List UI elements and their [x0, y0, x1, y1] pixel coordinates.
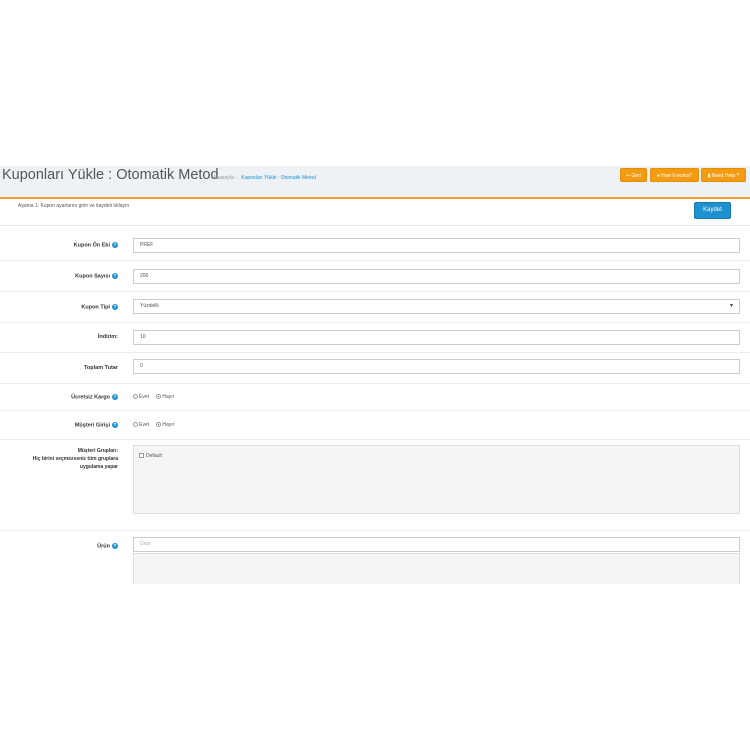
help-icon[interactable]: ? — [112, 273, 118, 279]
prefix-label-text: Kupon Ön Eki — [73, 242, 110, 249]
free-shipping-label-text: Ücretsiz Kargo — [71, 394, 110, 401]
back-button[interactable]: ↩Geri — [620, 168, 647, 182]
save-button[interactable]: Kaydet — [694, 202, 731, 219]
customer-login-label: Müşteri Girişi? — [75, 422, 118, 428]
breadcrumb-current[interactable]: Kuponları Yükle : Otomatik Metod — [241, 175, 316, 181]
type-label: Kupon Tipi? — [81, 304, 118, 310]
row-discount: İndirim: 10 — [0, 323, 750, 353]
total-input[interactable]: 0 — [133, 359, 740, 374]
count-label-text: Kupon Sayısı — [75, 273, 110, 280]
how-it-works-label: How it works? — [660, 173, 693, 179]
step-instruction: Aşama 1: Kupon ayarlarını girin ve kayde… — [18, 203, 130, 209]
radio-label: Hayır — [162, 394, 175, 400]
row-total: Toplam Tutar 0 — [0, 353, 750, 384]
radio-button[interactable] — [133, 422, 138, 428]
radio-button[interactable] — [156, 394, 162, 400]
help-icon[interactable]: ? — [112, 543, 118, 549]
question-circle-icon: ● — [656, 173, 660, 179]
count-input[interactable]: 200 — [133, 269, 740, 284]
customer-groups-label-line: uygulama yapar — [79, 464, 118, 470]
page-title: Kuponları Yükle : Otomatik Metod — [2, 167, 219, 183]
free-shipping-radios: Evet Hayır — [133, 394, 180, 400]
free-shipping-label: Ücretsiz Kargo? — [71, 394, 118, 400]
help-icon[interactable]: ? — [112, 304, 118, 310]
radio-label: Hayır — [162, 422, 175, 428]
back-button-label: Geri — [631, 173, 641, 179]
discount-input[interactable]: 10 — [133, 330, 740, 345]
total-label: Toplam Tutar — [83, 365, 118, 371]
row-customer-groups: Müşteri Grupları: Hiç birini seçmezseniz… — [0, 440, 750, 531]
row-type: Kupon Tipi? Yüzdelik ▼ — [0, 292, 750, 323]
row-product: Ürün? Ürün — [0, 531, 750, 584]
app-window: Kuponları Yükle : Otomatik Metod Anasayf… — [0, 166, 750, 584]
customer-groups-box[interactable]: Default — [133, 445, 740, 514]
help-icon[interactable]: ? — [112, 422, 118, 428]
caret-down-icon: ▼ — [729, 303, 734, 309]
type-select-value: Yüzdelik — [140, 303, 159, 309]
need-help-label: Need Help ? — [711, 173, 740, 179]
free-shipping-no[interactable]: Hayır — [156, 394, 174, 400]
product-list-box[interactable] — [133, 553, 740, 584]
help-icon[interactable]: ? — [112, 242, 118, 248]
need-help-button[interactable]: ▮Need Help ? — [701, 168, 746, 182]
product-label: Ürün? — [97, 543, 118, 549]
page-header: Kuponları Yükle : Otomatik Metod Anasayf… — [0, 166, 750, 199]
checkbox-label: Default — [146, 453, 162, 459]
reply-icon: ↩ — [626, 173, 631, 179]
how-it-works-button[interactable]: ●How it works? — [650, 168, 699, 182]
row-free-shipping: Ücretsiz Kargo? Evet Hayır — [0, 384, 750, 411]
discount-label: İndirim: — [97, 334, 118, 340]
breadcrumb-separator: / — [236, 175, 239, 181]
customer-group-default[interactable]: Default — [139, 453, 162, 459]
type-select[interactable]: Yüzdelik ▼ — [133, 299, 740, 314]
radio-label: Evet — [139, 422, 150, 428]
free-shipping-yes[interactable]: Evet — [133, 394, 149, 400]
customer-groups-label-line: Hiç birini seçmezseniz tüm gruplara — [32, 456, 118, 462]
breadcrumb-home[interactable]: Anasayfa — [213, 175, 234, 181]
row-prefix: Kupon Ön Eki? PREF — [0, 232, 750, 261]
type-label-text: Kupon Tipi — [81, 304, 110, 311]
customer-login-yes[interactable]: Evet — [133, 422, 149, 428]
count-label: Kupon Sayısı? — [75, 273, 118, 279]
customer-groups-label: Müşteri Grupları: Hiç birini seçmezseniz… — [33, 447, 118, 471]
row-count: Kupon Sayısı? 200 — [0, 261, 750, 292]
radio-button[interactable] — [156, 422, 162, 428]
customer-login-radios: Evet Hayır — [133, 422, 180, 428]
product-label-text: Ürün — [97, 543, 110, 550]
customer-login-no[interactable]: Hayır — [156, 422, 174, 428]
help-icon[interactable]: ? — [112, 394, 118, 400]
step-bar: Aşama 1: Kupon ayarlarını girin ve kayde… — [0, 199, 750, 226]
product-input[interactable]: Ürün — [133, 537, 740, 552]
customer-groups-label-line: Müşteri Grupları: — [77, 448, 118, 454]
breadcrumb: Anasayfa / Kuponları Yükle : Otomatik Meto… — [213, 175, 316, 181]
prefix-label: Kupon Ön Eki? — [74, 242, 118, 248]
prefix-input[interactable]: PREF — [133, 238, 740, 253]
customer-login-label-text: Müşteri Girişi — [74, 422, 110, 429]
checkbox[interactable] — [139, 453, 144, 459]
row-customer-login: Müşteri Girişi? Evet Hayır — [0, 411, 750, 440]
radio-label: Evet — [139, 394, 150, 400]
radio-button[interactable] — [133, 394, 138, 400]
